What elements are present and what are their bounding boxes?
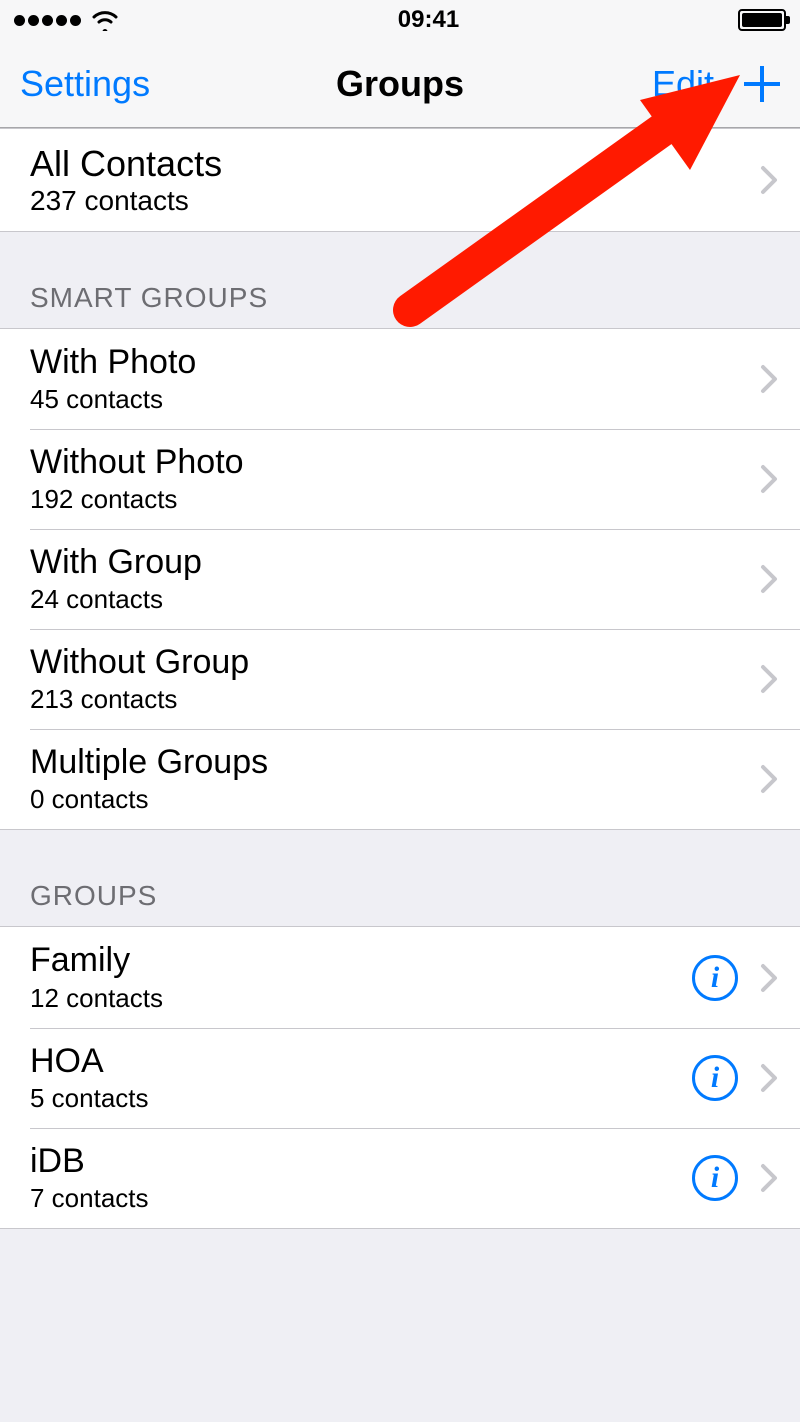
list-item-subtitle: 24 contacts xyxy=(30,584,760,615)
info-icon: i xyxy=(711,1061,719,1095)
edit-button[interactable]: Edit xyxy=(652,63,714,105)
status-bar: 09:41 xyxy=(0,0,800,40)
nav-bar: Settings Groups Edit xyxy=(0,40,800,128)
add-button[interactable] xyxy=(744,66,780,102)
groups-list: Family 12 contacts i HOA 5 contacts i iD… xyxy=(0,926,800,1228)
list-item-subtitle: 192 contacts xyxy=(30,484,760,515)
list-item-subtitle: 213 contacts xyxy=(30,684,760,715)
list-item-title: With Photo xyxy=(30,343,760,382)
list-item-title: With Group xyxy=(30,543,760,582)
list-item[interactable]: Without Photo 192 contacts xyxy=(0,429,800,529)
list-item-subtitle: 5 contacts xyxy=(30,1083,692,1114)
status-right xyxy=(738,9,786,31)
list-item[interactable]: Without Group 213 contacts xyxy=(0,629,800,729)
list-item-title: HOA xyxy=(30,1042,692,1081)
info-button[interactable]: i xyxy=(692,1055,738,1101)
section-header-smart-groups: SMART GROUPS xyxy=(0,232,800,328)
chevron-right-icon xyxy=(760,764,778,794)
nav-back-label: Settings xyxy=(20,63,150,105)
all-contacts-row[interactable]: All Contacts 237 contacts xyxy=(0,128,800,232)
chevron-right-icon xyxy=(760,464,778,494)
all-contacts-subtitle: 237 contacts xyxy=(30,185,760,217)
section-header-groups: GROUPS xyxy=(0,830,800,926)
chevron-right-icon xyxy=(760,664,778,694)
list-item-subtitle: 12 contacts xyxy=(30,983,692,1014)
wifi-icon xyxy=(91,9,119,31)
list-item[interactable]: Multiple Groups 0 contacts xyxy=(0,729,800,829)
list-item-title: iDB xyxy=(30,1142,692,1181)
list-item[interactable]: HOA 5 contacts i xyxy=(0,1028,800,1128)
list-item-subtitle: 45 contacts xyxy=(30,384,760,415)
chevron-right-icon xyxy=(760,1063,778,1093)
smart-groups-list: With Photo 45 contacts Without Photo 192… xyxy=(0,328,800,830)
list-item[interactable]: iDB 7 contacts i xyxy=(0,1128,800,1228)
signal-dots-icon xyxy=(14,15,81,26)
status-time: 09:41 xyxy=(398,6,459,34)
list-item-title: Multiple Groups xyxy=(30,743,760,782)
chevron-right-icon xyxy=(760,564,778,594)
list-item-title: Family xyxy=(30,941,692,980)
info-button[interactable]: i xyxy=(692,955,738,1001)
battery-icon xyxy=(738,9,786,31)
list-item-title: Without Group xyxy=(30,643,760,682)
list-item-subtitle: 7 contacts xyxy=(30,1183,692,1214)
list-item[interactable]: With Photo 45 contacts xyxy=(0,329,800,429)
chevron-right-icon xyxy=(760,1163,778,1193)
list-item-title: Without Photo xyxy=(30,443,760,482)
nav-back-button[interactable]: Settings xyxy=(20,63,150,105)
list-item-subtitle: 0 contacts xyxy=(30,784,760,815)
chevron-right-icon xyxy=(760,364,778,394)
info-icon: i xyxy=(711,1161,719,1195)
list-item[interactable]: Family 12 contacts i xyxy=(0,927,800,1027)
status-left xyxy=(14,9,119,31)
info-button[interactable]: i xyxy=(692,1155,738,1201)
chevron-right-icon xyxy=(760,165,778,195)
plus-icon xyxy=(744,66,780,102)
chevron-right-icon xyxy=(760,963,778,993)
list-item[interactable]: With Group 24 contacts xyxy=(0,529,800,629)
all-contacts-title: All Contacts xyxy=(30,143,760,185)
info-icon: i xyxy=(711,961,719,995)
